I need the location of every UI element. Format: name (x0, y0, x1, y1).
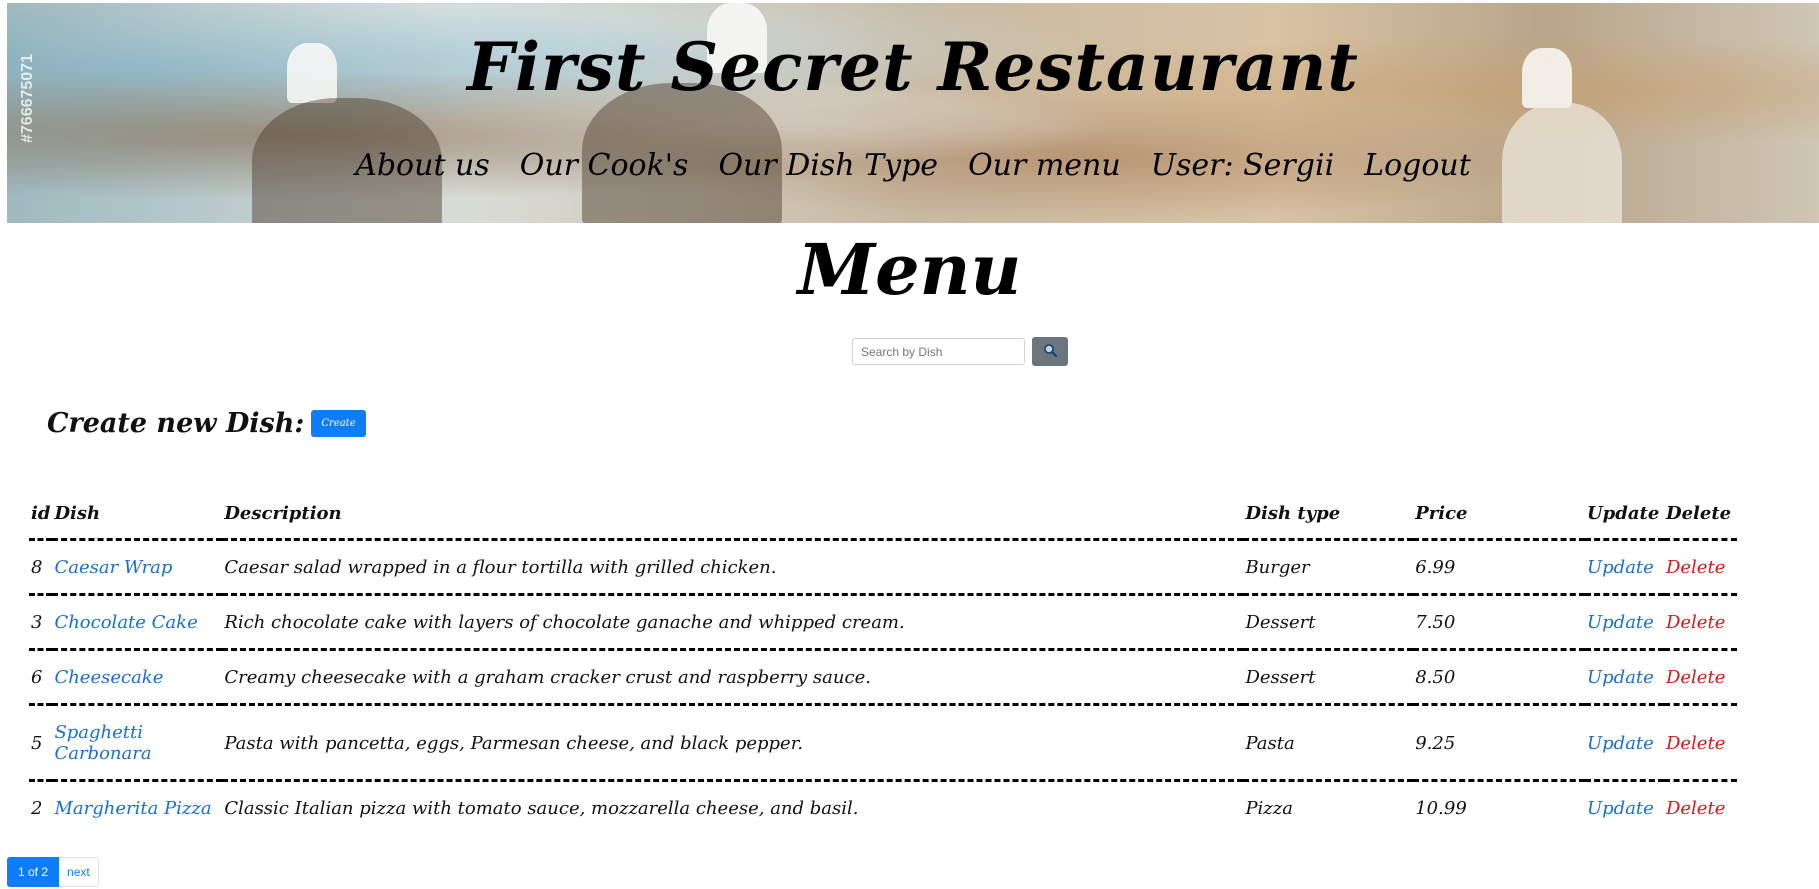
header-banner: #766675071 First Secret Restaurant About… (7, 3, 1819, 223)
table-row: 6 Cheesecake Creamy cheesecake with a gr… (29, 649, 1737, 706)
dish-link[interactable]: Chocolate Cake (54, 612, 197, 633)
cell-dish-type: Pizza (1245, 798, 1294, 819)
cell-description: Creamy cheesecake with a graham cracker … (222, 649, 1244, 706)
pagination-next-link[interactable]: next (59, 857, 99, 887)
update-link[interactable]: Update (1587, 733, 1654, 754)
delete-link[interactable]: Delete (1666, 733, 1725, 754)
column-header-update: Update (1584, 495, 1664, 541)
cell-description: Caesar salad wrapped in a flour tortilla… (222, 539, 1244, 596)
column-header-delete: Delete (1663, 495, 1737, 541)
cell-id: 2 (31, 798, 43, 819)
update-link[interactable]: Update (1587, 557, 1654, 578)
update-link[interactable]: Update (1587, 667, 1654, 688)
cell-price: 7.50 (1413, 594, 1585, 651)
nav-about-us[interactable]: About us (355, 148, 490, 183)
search-button[interactable] (1032, 337, 1068, 366)
dishes-table: id Dish Description Dish type Price Upda… (29, 495, 1737, 834)
create-dish-label: Create new Dish: (47, 408, 305, 439)
column-header-id: id (29, 495, 53, 541)
page-title: Menu (797, 228, 1022, 311)
search-icon (1043, 343, 1058, 360)
dish-link[interactable]: Margherita Pizza (54, 798, 211, 819)
update-link[interactable]: Update (1587, 798, 1654, 819)
main-nav: About us Our Cook's Our Dish Type Our me… (7, 148, 1819, 183)
dish-link[interactable]: Spaghetti Carbonara (54, 722, 151, 764)
nav-our-menu[interactable]: Our menu (968, 148, 1121, 183)
search-input[interactable] (852, 338, 1025, 365)
delete-link[interactable]: Delete (1666, 557, 1725, 578)
update-link[interactable]: Update (1587, 612, 1654, 633)
cell-dish-type: Dessert (1243, 594, 1414, 651)
cell-price: 6.99 (1413, 539, 1585, 596)
table-row: 5 Spaghetti Carbonara Pasta with pancett… (29, 704, 1737, 782)
cell-id: 8 (29, 539, 53, 596)
cell-description: Classic Italian pizza with tomato sauce,… (224, 798, 859, 819)
cell-price: 9.25 (1413, 704, 1585, 782)
pagination: 1 of 2 next (7, 857, 99, 887)
cell-description: Rich chocolate cake with layers of choco… (222, 594, 1244, 651)
dish-link[interactable]: Caesar Wrap (54, 557, 172, 578)
pagination-current-page: 1 of 2 (7, 857, 60, 887)
cell-dish-type: Pasta (1243, 704, 1414, 782)
nav-logout[interactable]: Logout (1364, 148, 1471, 183)
cell-price: 8.50 (1413, 649, 1585, 706)
column-header-price: Price (1413, 495, 1585, 541)
table-row: 2 Margherita Pizza Classic Italian pizza… (29, 781, 1737, 835)
cell-id: 6 (29, 649, 53, 706)
cell-price: 10.99 (1415, 798, 1467, 819)
nav-our-cooks[interactable]: Our Cook's (520, 148, 689, 183)
site-title: First Secret Restaurant (467, 28, 1359, 106)
delete-link[interactable]: Delete (1666, 798, 1725, 819)
column-header-dish: Dish (52, 495, 223, 541)
create-dish-row: Create new Dish: Create (47, 408, 366, 439)
nav-our-dish-type[interactable]: Our Dish Type (718, 148, 938, 183)
table-row: 8 Caesar Wrap Caesar salad wrapped in a … (29, 539, 1737, 596)
dish-link[interactable]: Cheesecake (54, 667, 163, 688)
cell-description: Pasta with pancetta, eggs, Parmesan chee… (222, 704, 1244, 782)
delete-link[interactable]: Delete (1666, 612, 1725, 633)
cell-id: 3 (29, 594, 53, 651)
table-header-row: id Dish Description Dish type Price Upda… (29, 495, 1737, 541)
delete-link[interactable]: Delete (1666, 667, 1725, 688)
cell-id: 5 (29, 704, 53, 782)
search-form (852, 337, 1068, 366)
cell-dish-type: Burger (1243, 539, 1414, 596)
table-row: 3 Chocolate Cake Rich chocolate cake wit… (29, 594, 1737, 651)
create-button[interactable]: Create (311, 410, 366, 437)
column-header-dish-type: Dish type (1243, 495, 1414, 541)
cell-dish-type: Dessert (1243, 649, 1414, 706)
column-header-description: Description (222, 495, 1244, 541)
nav-user[interactable]: User: Sergii (1151, 148, 1334, 183)
